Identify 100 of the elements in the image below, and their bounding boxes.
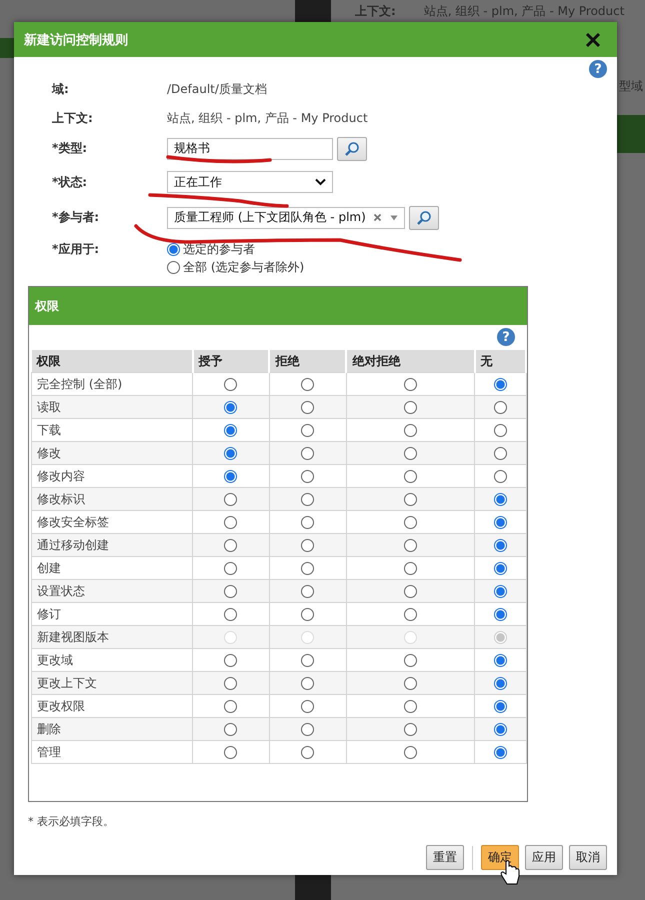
radio-button[interactable]: [404, 470, 418, 484]
radio-button[interactable]: [301, 424, 314, 438]
context-label: 上下文:: [355, 3, 396, 20]
field-label: *状态:: [52, 174, 88, 190]
radio-button[interactable]: [494, 470, 507, 484]
radio-button[interactable]: [404, 562, 418, 576]
input-field[interactable]: 规格书: [167, 138, 333, 160]
radio-button[interactable]: [224, 562, 238, 576]
radio-button[interactable]: [494, 677, 507, 690]
column-header: 无: [474, 350, 526, 372]
chevron-down-icon: [315, 178, 326, 186]
radio-button[interactable]: [404, 378, 418, 392]
radio-button[interactable]: [404, 424, 418, 438]
radio-button[interactable]: [224, 700, 238, 714]
radio-button[interactable]: [224, 585, 238, 598]
radio-button[interactable]: [301, 378, 314, 392]
dialog-button[interactable]: 重置: [426, 845, 464, 870]
radio-button[interactable]: [224, 447, 238, 460]
radio-button[interactable]: [301, 562, 314, 576]
table-cell: 新建视图版本: [32, 626, 192, 648]
radio-button[interactable]: [404, 723, 418, 736]
radio-button[interactable]: [404, 746, 418, 760]
radio-button[interactable]: [494, 562, 507, 576]
radio-button[interactable]: [404, 493, 418, 506]
radio-button[interactable]: [404, 700, 418, 714]
field-label: 域:: [52, 81, 70, 98]
field-label: 上下文:: [52, 110, 94, 127]
column-header: 绝对拒绝: [346, 350, 475, 372]
radio-button[interactable]: [404, 447, 418, 460]
radio-button[interactable]: [224, 723, 238, 736]
radio-button[interactable]: [224, 493, 238, 506]
radio-button[interactable]: [224, 677, 238, 690]
radio-button[interactable]: [301, 447, 314, 460]
dialog-button[interactable]: 取消: [569, 845, 607, 870]
radio-button[interactable]: [224, 516, 238, 530]
search-button[interactable]: [409, 206, 439, 230]
side-text: 型域: [619, 78, 644, 95]
radio-button[interactable]: [494, 539, 507, 552]
radio-button[interactable]: [224, 608, 238, 622]
radio-button[interactable]: [224, 424, 238, 438]
radio-button[interactable]: [301, 608, 314, 622]
context-value: 站点, 组织 - plm, 产品 - My Product: [424, 3, 624, 20]
table-cell: 管理: [32, 740, 192, 764]
radio-button[interactable]: [301, 516, 314, 530]
caret-icon[interactable]: [390, 214, 398, 220]
field-value: /Default/质量文档: [167, 81, 267, 98]
radio-button[interactable]: [224, 401, 238, 414]
radio-button[interactable]: [494, 401, 507, 414]
radio-button[interactable]: [404, 608, 418, 622]
radio-button[interactable]: [301, 493, 314, 506]
dialog-title: 新建访问控制规则: [24, 32, 128, 48]
radio-button[interactable]: [494, 608, 507, 622]
field-label: *应用于:: [52, 241, 100, 258]
radio-button[interactable]: [301, 539, 314, 552]
radio-button[interactable]: [301, 700, 314, 714]
radio-button[interactable]: [301, 585, 314, 598]
radio-button[interactable]: [167, 261, 180, 274]
help-icon[interactable]: ?: [589, 60, 607, 78]
radio-button[interactable]: [494, 447, 507, 460]
search-button[interactable]: [337, 136, 367, 160]
participant-select[interactable]: 质量工程师 (上下文团队角色 - plm): [167, 206, 405, 228]
radio-button[interactable]: [494, 585, 507, 598]
table-cell: 通过移动创建: [32, 534, 192, 556]
clear-icon[interactable]: [373, 213, 382, 222]
radio-button[interactable]: [224, 378, 238, 392]
radio-button[interactable]: [224, 746, 238, 760]
radio-button[interactable]: [404, 401, 418, 414]
radio-button[interactable]: [494, 700, 507, 714]
status-dropdown[interactable]: 正在工作: [167, 171, 333, 193]
radio-button[interactable]: [494, 493, 507, 506]
dialog-button[interactable]: 应用: [525, 845, 563, 870]
radio-button[interactable]: [224, 470, 238, 484]
radio-button[interactable]: [224, 654, 238, 668]
radio-button[interactable]: [301, 746, 314, 760]
radio-button[interactable]: [494, 723, 507, 736]
radio-button[interactable]: [404, 654, 418, 668]
field-label: *参与者:: [52, 209, 100, 226]
radio-button[interactable]: [301, 723, 314, 736]
field-label: *类型:: [52, 140, 88, 157]
close-icon[interactable]: [585, 32, 601, 48]
radio-button[interactable]: [494, 516, 507, 530]
radio-button[interactable]: [224, 539, 238, 552]
radio-button[interactable]: [404, 539, 418, 552]
radio-button[interactable]: [404, 585, 418, 598]
radio-button[interactable]: [167, 243, 180, 256]
radio-button[interactable]: [404, 516, 418, 530]
help-icon[interactable]: ?: [497, 328, 515, 346]
radio-button[interactable]: [494, 654, 507, 668]
panel-title: 权限: [35, 298, 59, 314]
radio-button[interactable]: [301, 401, 314, 414]
radio-button[interactable]: [301, 654, 314, 668]
column-header: 拒绝: [269, 350, 346, 372]
column-header: 授予: [192, 350, 270, 372]
radio-button[interactable]: [494, 746, 507, 760]
column-header: 权限: [32, 350, 192, 372]
radio-button[interactable]: [301, 470, 314, 484]
radio-button[interactable]: [494, 424, 507, 438]
radio-button[interactable]: [301, 677, 314, 690]
radio-button[interactable]: [494, 378, 507, 392]
radio-button[interactable]: [404, 677, 418, 690]
